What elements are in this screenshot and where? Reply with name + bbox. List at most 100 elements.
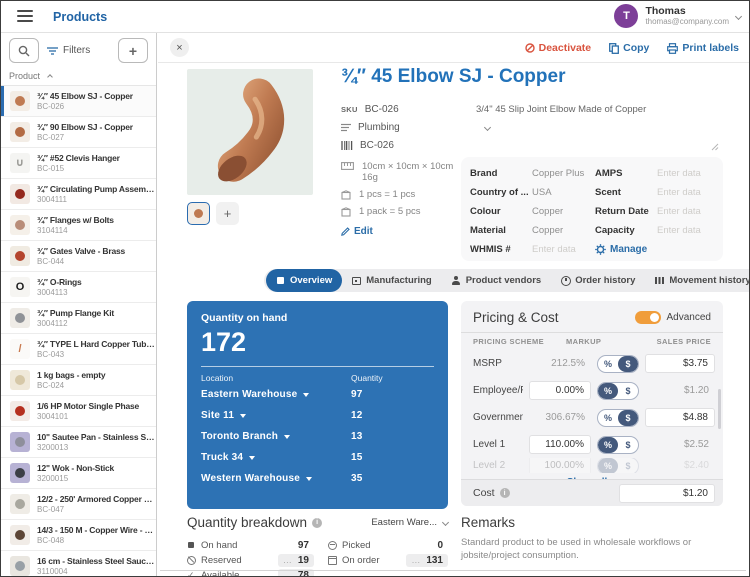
attribute-value-field[interactable]: Enter data xyxy=(532,244,589,255)
markup-field[interactable]: 110.00% xyxy=(529,435,591,454)
list-item[interactable]: 10" Sautee Pan - Stainless Steel 3200013 xyxy=(1,427,156,458)
breakdown-value-pill[interactable]: … 97 xyxy=(293,539,314,552)
percent-dollar-toggle[interactable]: % $ xyxy=(597,436,639,454)
tab-icon xyxy=(452,276,461,285)
filters-button[interactable]: Filters xyxy=(47,38,90,63)
search-button[interactable] xyxy=(9,38,39,63)
tab[interactable]: Manufacturing xyxy=(342,269,441,292)
description-field[interactable]: 3/4" 45 Slip Joint Elbow Made of Copper xyxy=(476,104,736,115)
sales-price-field[interactable]: $2.40 xyxy=(645,458,715,473)
list-item[interactable]: 1/6 HP Motor Single Phase 3004101 xyxy=(1,396,156,427)
attribute-value-field[interactable]: Enter data xyxy=(657,168,714,179)
dollar-option[interactable]: $ xyxy=(618,383,638,399)
product-name: ¾″ 45 Elbow SJ - Copper xyxy=(37,91,155,101)
sort-column-header[interactable]: Product xyxy=(1,69,156,86)
breakdown-value-pill[interactable]: … 131 xyxy=(406,554,448,567)
list-item[interactable]: 14/3 - 150 M - Copper Wire - Bla... BC-0… xyxy=(1,520,156,551)
advanced-toggle[interactable]: Advanced xyxy=(635,311,711,324)
copy-button[interactable]: Copy xyxy=(609,42,649,54)
tab[interactable]: Overview xyxy=(266,269,342,292)
scrollbar-thumb[interactable] xyxy=(718,389,721,429)
list-item[interactable]: 16 cm - Stainless Steel Sauce Pa... 3110… xyxy=(1,551,156,577)
attribute-value-field[interactable]: Enter data xyxy=(657,225,714,236)
tab[interactable]: Movement history xyxy=(645,269,750,292)
location-dropdown[interactable]: Truck 34 xyxy=(201,452,255,463)
attribute-value-field[interactable]: Copper xyxy=(532,206,589,217)
sales-price-field[interactable]: $4.88 xyxy=(645,408,715,427)
list-item[interactable]: 12" Wok - Non-Stick 3200015 xyxy=(1,458,156,489)
percent-dollar-toggle[interactable]: % $ xyxy=(597,355,639,373)
add-product-button[interactable]: + xyxy=(118,38,148,63)
location-dropdown[interactable]: Eastern Warehouse xyxy=(201,389,309,400)
attribute-value-field[interactable]: USA xyxy=(532,187,589,198)
breakdown-value-pill[interactable]: … 0 xyxy=(432,539,448,552)
product-sku: 3004111 xyxy=(37,195,155,204)
tab[interactable]: Product vendors xyxy=(442,269,552,292)
content-bottom-divider xyxy=(160,570,746,571)
location-dropdown[interactable]: Western Warehouse xyxy=(201,473,312,484)
percent-option[interactable]: % xyxy=(598,458,618,473)
dollar-option[interactable]: $ xyxy=(618,437,638,453)
breakdown-label: Reserved xyxy=(201,555,278,566)
markup-field[interactable]: 212.5% xyxy=(529,355,591,372)
list-item[interactable]: ¾″ 90 Elbow SJ - Copper BC-027 xyxy=(1,117,156,148)
edit-button[interactable]: Edit xyxy=(341,226,453,237)
dollar-option[interactable]: $ xyxy=(618,458,638,473)
location-dropdown[interactable]: Site 11 xyxy=(201,410,246,421)
breakdown-label: On order xyxy=(342,555,406,566)
attribute-row: Return Date Enter data xyxy=(595,202,714,221)
ruler-icon xyxy=(341,162,354,170)
pricing-scheme-label: MSRP xyxy=(473,358,523,369)
list-item[interactable]: ¾″ Flanges w/ Bolts 3104114 xyxy=(1,210,156,241)
photo-thumbnail-selected[interactable] xyxy=(187,202,210,225)
list-item[interactable]: ¾″ Pump Flange Kit 3004112 xyxy=(1,303,156,334)
list-item[interactable]: ∪ ¾″ #52 Clevis Hanger BC-015 xyxy=(1,148,156,179)
list-item[interactable]: / ¾″ TYPE L Hard Copper Tube - 1... BC-0… xyxy=(1,334,156,365)
breakdown-location-dropdown[interactable]: Eastern Ware... xyxy=(371,517,448,528)
attribute-value-field[interactable]: Copper xyxy=(532,225,589,236)
manage-attributes-button[interactable]: Manage xyxy=(595,240,714,259)
percent-dollar-toggle[interactable]: % $ xyxy=(597,409,639,427)
markup-field[interactable]: 306.67% xyxy=(529,409,591,426)
percent-option[interactable]: % xyxy=(598,356,618,372)
cost-field[interactable]: $1.20 xyxy=(619,484,715,503)
breakdown-value-pill[interactable]: … 19 xyxy=(278,554,314,567)
selected-indicator xyxy=(1,86,4,116)
description-resize-handle[interactable] xyxy=(711,143,719,151)
category-dropdown[interactable]: Plumbing xyxy=(341,122,490,133)
list-item[interactable]: ¾″ Circulating Pump Assembly T... 300411… xyxy=(1,179,156,210)
percent-dollar-toggle[interactable]: % $ xyxy=(597,382,639,400)
dollar-option[interactable]: $ xyxy=(618,410,638,426)
percent-dollar-toggle[interactable]: % $ xyxy=(597,458,639,473)
product-image[interactable] xyxy=(187,69,313,195)
list-item[interactable]: ¾″ 45 Elbow SJ - Copper BC-026 xyxy=(1,86,156,117)
attribute-value-field[interactable]: Enter data xyxy=(657,206,714,217)
sales-price-field[interactable]: $1.20 xyxy=(645,382,715,399)
markup-field[interactable]: 100.00% xyxy=(529,458,591,473)
sales-price-field[interactable]: $2.52 xyxy=(645,436,715,453)
deactivate-button[interactable]: Deactivate xyxy=(525,42,592,54)
markup-field[interactable]: 0.00% xyxy=(529,381,591,400)
attribute-value-field[interactable]: Copper Plus xyxy=(532,168,589,179)
hamburger-menu-icon[interactable] xyxy=(17,10,33,23)
list-item[interactable]: O ¾″ O-Rings 3004113 xyxy=(1,272,156,303)
remarks-field[interactable]: Standard product to be used in wholesale… xyxy=(461,537,701,563)
attribute-value-field[interactable]: Enter data xyxy=(657,187,714,198)
percent-option[interactable]: % xyxy=(598,437,618,453)
avatar: T xyxy=(614,4,638,28)
dollar-option[interactable]: $ xyxy=(618,356,638,372)
percent-option[interactable]: % xyxy=(598,383,618,399)
product-thumbnail-image: ∪ xyxy=(10,153,30,173)
percent-option[interactable]: % xyxy=(598,410,618,426)
tab[interactable]: Order history xyxy=(551,269,645,292)
print-labels-button[interactable]: Print labels xyxy=(667,42,739,54)
add-photo-button[interactable]: + xyxy=(216,202,239,225)
list-item[interactable]: ¾″ Gates Valve - Brass BC-044 xyxy=(1,241,156,272)
attribute-label: Brand xyxy=(470,168,532,179)
location-dropdown[interactable]: Toronto Branch xyxy=(201,431,290,442)
list-item[interactable]: 12/2 - 250' Armored Copper Spo... BC-047 xyxy=(1,489,156,520)
user-menu[interactable]: T Thomas thomas@company.com xyxy=(614,4,741,28)
list-item[interactable]: 1 kg bags - empty BC-024 xyxy=(1,365,156,396)
close-button[interactable]: × xyxy=(170,38,189,57)
sales-price-field[interactable]: $3.75 xyxy=(645,354,715,373)
